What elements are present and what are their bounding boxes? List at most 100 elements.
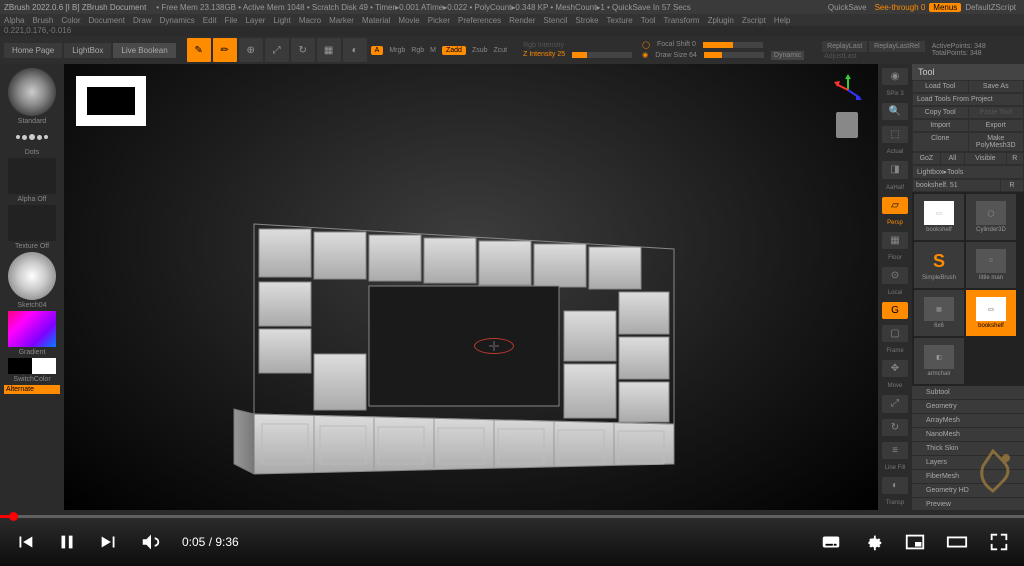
goz-r[interactable]: R [1007, 153, 1023, 164]
prev-button[interactable] [14, 531, 36, 553]
menu-brush[interactable]: Brush [32, 16, 53, 25]
panel-geometry[interactable]: Geometry [912, 400, 1024, 414]
pan-button[interactable]: ✥ [882, 360, 908, 377]
menu-tool[interactable]: Tool [641, 16, 656, 25]
panel-arraymesh[interactable]: ArrayMesh [912, 414, 1024, 428]
goz-all[interactable]: All [941, 153, 964, 164]
tool-simplebrush[interactable]: SSimpleBrush [914, 242, 964, 288]
switch-label[interactable]: SwitchColor [13, 376, 50, 383]
local-button[interactable]: ⊙ [882, 267, 908, 284]
captions-button[interactable] [820, 531, 842, 553]
stroke-preview[interactable] [8, 127, 56, 147]
focal-label[interactable]: Focal Shift 0 [657, 41, 696, 48]
rotate-icon[interactable]: ↻ [291, 38, 315, 62]
import-button[interactable]: Import [913, 120, 968, 131]
replay-button[interactable]: ReplayLast [822, 41, 867, 52]
floor-button[interactable]: ▦ [882, 232, 908, 249]
goz-button[interactable]: GoZ [913, 153, 940, 164]
menu-color[interactable]: Color [61, 16, 80, 25]
scale-icon[interactable]: ⤢ [265, 38, 289, 62]
menu-texture[interactable]: Texture [607, 16, 633, 25]
menu-stroke[interactable]: Stroke [575, 16, 598, 25]
move-icon[interactable]: ⊕ [239, 38, 263, 62]
menu-document[interactable]: Document [89, 16, 125, 25]
lightbox-tools[interactable]: Lightbox▸Tools [913, 166, 1023, 178]
menu-macro[interactable]: Macro [299, 16, 321, 25]
menu-zplugin[interactable]: Zplugin [708, 16, 734, 25]
drawsize-slider[interactable] [704, 52, 764, 58]
menu-edit[interactable]: Edit [203, 16, 217, 25]
canvas[interactable] [64, 64, 878, 510]
menu-help[interactable]: Help [774, 16, 790, 25]
zadd-button[interactable]: Zadd [442, 46, 466, 55]
zsub-button[interactable]: Zsub [472, 47, 488, 54]
alternate-button[interactable]: Alternate [4, 385, 60, 394]
drawsize-label[interactable]: Draw Size 64 [655, 52, 697, 59]
loadproject-button[interactable]: Load Tools From Project [913, 94, 1023, 105]
menu-alpha[interactable]: Alpha [4, 16, 24, 25]
volume-button[interactable] [140, 531, 162, 553]
copytool-button[interactable]: Copy Tool [913, 107, 968, 118]
export-button[interactable]: Export [969, 120, 1024, 131]
swatch-row[interactable] [8, 358, 56, 374]
saveas-button[interactable]: Save As [969, 81, 1024, 92]
loadtool-button[interactable]: Load Tool [913, 81, 968, 92]
menu-picker[interactable]: Picker [428, 16, 450, 25]
actual-button[interactable]: ⬚ [882, 126, 908, 143]
tool-bookshelf[interactable]: ▭bookshelf [914, 194, 964, 240]
menus-toggle[interactable]: Menus [929, 3, 961, 12]
rgb-button[interactable]: Rgb [411, 47, 424, 54]
tool-name[interactable]: bookshelf. 51 [913, 180, 1000, 191]
theater-button[interactable] [946, 531, 968, 553]
axis-widget[interactable] [832, 74, 864, 106]
zcut-button[interactable]: Zcut [494, 47, 508, 54]
menu-draw[interactable]: Draw [133, 16, 152, 25]
tool-thumbnail[interactable] [76, 76, 146, 126]
rotate3d-button[interactable]: ↻ [882, 419, 908, 436]
alpha-slot[interactable] [8, 158, 56, 194]
gradient-label[interactable]: Gradient [19, 349, 46, 356]
gizmo-icon[interactable]: ▦ [317, 38, 341, 62]
panel-subtool[interactable]: Subtool [912, 386, 1024, 400]
makepoly-button[interactable]: Make PolyMesh3D [969, 133, 1024, 151]
menu-material[interactable]: Material [362, 16, 390, 25]
zintensity-label[interactable]: Z Intensity 25 [523, 51, 565, 58]
menu-light[interactable]: Light [273, 16, 290, 25]
tab-lightbox[interactable]: LightBox [64, 43, 111, 58]
mrgb-button[interactable]: Mrgb [389, 47, 405, 54]
zintensity-slider[interactable] [572, 52, 632, 58]
zscript-label[interactable]: DefaultZScript [965, 3, 1016, 12]
tool-panel-header[interactable]: Tool [912, 64, 1024, 80]
persp-button[interactable]: ▱ [882, 197, 908, 214]
frame-button[interactable]: ▢ [882, 325, 908, 342]
quicksave-button[interactable]: QuickSave [828, 3, 867, 12]
fullscreen-button[interactable] [988, 531, 1010, 553]
panel-preview[interactable]: Preview [912, 498, 1024, 510]
focal-slider[interactable] [703, 42, 763, 48]
replayrel-button[interactable]: ReplayLastRel [869, 41, 925, 52]
tool-cylinder[interactable]: ◯Cylinder3D [966, 194, 1016, 240]
menu-render[interactable]: Render [509, 16, 535, 25]
menu-marker[interactable]: Marker [329, 16, 354, 25]
panel-nanomesh[interactable]: NanoMesh [912, 428, 1024, 442]
miniplayer-button[interactable] [904, 531, 926, 553]
seethrough-slider[interactable]: See-through 0 [875, 3, 926, 12]
tool-6x6[interactable]: ▦6x6 [914, 290, 964, 336]
draw-icon[interactable]: ✏ [213, 38, 237, 62]
tab-home[interactable]: Home Page [4, 43, 62, 58]
color-picker[interactable] [8, 311, 56, 347]
settings-button[interactable] [862, 531, 884, 553]
zoom3d-button[interactable]: ⤢ [882, 395, 908, 412]
m-button[interactable]: M [430, 47, 436, 54]
brush-preview[interactable] [8, 68, 56, 116]
pastetool-button[interactable]: Paste Tool [969, 107, 1024, 118]
spix-button[interactable]: ◉ [882, 68, 908, 85]
tab-liveboolean[interactable]: Live Boolean [113, 43, 175, 58]
texture-slot[interactable] [8, 205, 56, 241]
zoom-button[interactable]: 🔍 [882, 103, 908, 120]
menu-transform[interactable]: Transform [663, 16, 699, 25]
menu-layer[interactable]: Layer [245, 16, 265, 25]
edit-icon[interactable]: ✎ [187, 38, 211, 62]
tool-r[interactable]: R [1001, 180, 1023, 191]
menu-dynamics[interactable]: Dynamics [160, 16, 195, 25]
